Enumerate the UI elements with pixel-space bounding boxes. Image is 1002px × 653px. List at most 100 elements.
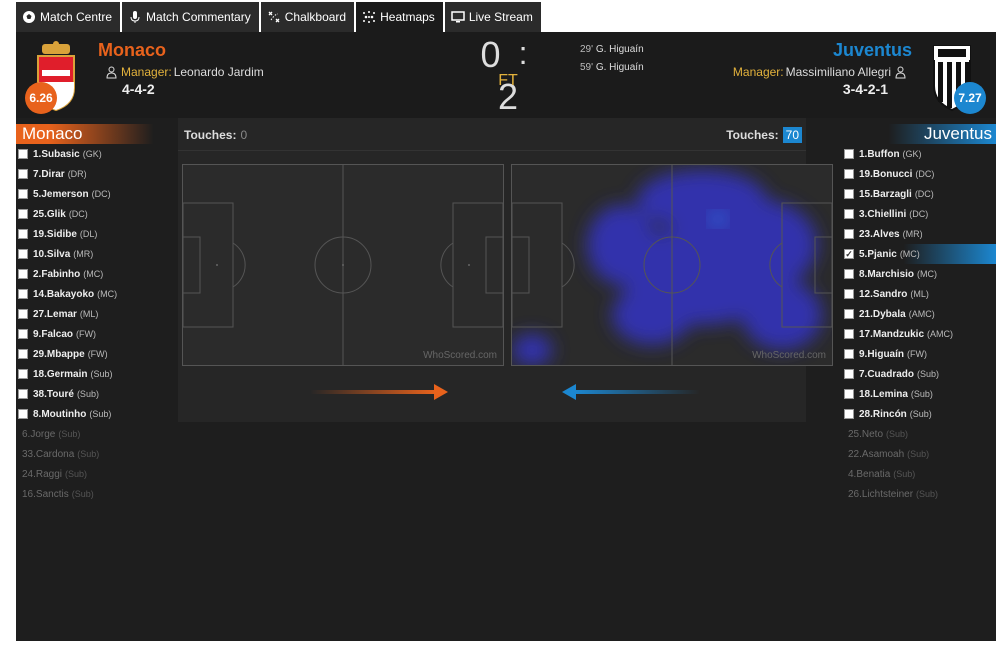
player-position: (MC) xyxy=(917,269,938,279)
player-row[interactable]: 2.Fabinho (MC) xyxy=(16,264,178,284)
tab-live-stream[interactable]: Live Stream xyxy=(444,2,541,32)
player-checkbox[interactable] xyxy=(18,329,28,339)
player-name: 14.Bakayoko xyxy=(33,288,95,300)
player-row[interactable]: 14.Bakayoko (MC) xyxy=(16,284,178,304)
away-team-rating: 7.27 xyxy=(954,82,986,114)
tab-label: Heatmaps xyxy=(380,10,435,24)
player-checkbox[interactable] xyxy=(18,409,28,419)
player-checkbox[interactable] xyxy=(844,349,854,359)
player-position: (DC) xyxy=(91,189,111,199)
player-name: 16.Sanctis xyxy=(22,488,69,500)
tab-label: Match Commentary xyxy=(146,10,251,24)
player-checkbox[interactable] xyxy=(18,169,28,179)
player-row[interactable]: 25.Glik (DC) xyxy=(16,204,178,224)
pitch-watermark: WhoScored.com xyxy=(752,350,826,361)
home-team-toggle[interactable]: Monaco xyxy=(16,124,178,144)
player-row[interactable]: 23.Alves (MR) xyxy=(842,224,996,244)
player-checkbox[interactable] xyxy=(844,329,854,339)
player-row[interactable]: 18.Germain (Sub) xyxy=(16,364,178,384)
player-checkbox[interactable] xyxy=(844,309,854,319)
goal-minute: 59' xyxy=(580,62,594,73)
away-team-toggle[interactable]: Juventus xyxy=(842,124,996,144)
player-row[interactable]: 10.Silva (MR) xyxy=(16,244,178,264)
player-row[interactable]: 5.Jemerson (DC) xyxy=(16,184,178,204)
tab-chalkboard[interactable]: Chalkboard xyxy=(260,2,355,32)
player-row[interactable]: 7.Cuadrado (Sub) xyxy=(842,364,996,384)
player-checkbox[interactable] xyxy=(18,369,28,379)
unused-sub-row: 16.Sanctis (Sub) xyxy=(16,484,178,504)
player-checkbox[interactable] xyxy=(844,209,854,219)
player-checkbox[interactable] xyxy=(18,149,28,159)
player-checkbox[interactable] xyxy=(844,369,854,379)
player-checkbox[interactable] xyxy=(18,309,28,319)
player-row[interactable]: 15.Barzagli (DC) xyxy=(842,184,996,204)
player-row[interactable]: 3.Chiellini (DC) xyxy=(842,204,996,224)
player-row[interactable]: 1.Buffon (GK) xyxy=(842,144,996,164)
monitor-icon xyxy=(451,11,465,23)
player-position: (FW) xyxy=(907,349,928,359)
away-player-list: Juventus 1.Buffon (GK) 19.Bonucci (DC) 15.Ba… xyxy=(842,124,996,504)
away-players: 1.Buffon (GK) 19.Bonucci (DC) 15.Barzagli (DC… xyxy=(842,144,996,424)
player-row[interactable]: 7.Dirar (DR) xyxy=(16,164,178,184)
tab-heatmaps[interactable]: Heatmaps xyxy=(356,2,443,32)
player-row[interactable]: 19.Bonucci (DC) xyxy=(842,164,996,184)
player-row[interactable]: 38.Touré (Sub) xyxy=(16,384,178,404)
player-row[interactable]: 29.Mbappe (FW) xyxy=(16,344,178,364)
player-row[interactable]: 21.Dybala (AMC) xyxy=(842,304,996,324)
player-row[interactable]: 28.Rincón (Sub) xyxy=(842,404,996,424)
player-checkbox[interactable] xyxy=(844,269,854,279)
player-row[interactable]: 9.Falcao (FW) xyxy=(16,324,178,344)
player-checkbox[interactable] xyxy=(18,189,28,199)
player-position: (DC) xyxy=(914,189,934,199)
player-checkbox[interactable] xyxy=(844,149,854,159)
unused-sub-row: 25.Neto (Sub) xyxy=(842,424,996,444)
heatmap-area: Touches: 0 Touches: 70 WhoScored.com Who… xyxy=(178,118,833,422)
player-checkbox[interactable] xyxy=(844,169,854,179)
player-position: (DC) xyxy=(915,169,935,179)
player-position: (Sub) xyxy=(886,429,909,439)
player-name: 15.Barzagli xyxy=(859,188,912,200)
player-checkbox[interactable] xyxy=(18,289,28,299)
player-checkbox[interactable] xyxy=(18,269,28,279)
player-row[interactable]: 1.Subasic (GK) xyxy=(16,144,178,164)
player-name: 33.Cardona xyxy=(22,448,75,460)
player-checkbox[interactable] xyxy=(844,409,854,419)
player-checkbox[interactable] xyxy=(844,289,854,299)
pitch-watermark: WhoScored.com xyxy=(423,350,497,361)
player-checkbox[interactable]: ✓ xyxy=(844,249,854,259)
player-row[interactable]: 8.Marchisio (MC) xyxy=(842,264,996,284)
player-row[interactable]: 12.Sandro (ML) xyxy=(842,284,996,304)
player-row[interactable]: 8.Moutinho (Sub) xyxy=(16,404,178,424)
home-touches-value: 0 xyxy=(240,128,248,142)
player-position: (Sub) xyxy=(90,369,113,379)
player-position: (Sub) xyxy=(77,449,100,459)
unused-sub-row: 22.Asamoah (Sub) xyxy=(842,444,996,464)
player-row[interactable]: 27.Lemar (ML) xyxy=(16,304,178,324)
chalkboard-icon xyxy=(268,11,280,23)
player-checkbox[interactable] xyxy=(18,389,28,399)
player-row[interactable]: 9.Higuaín (FW) xyxy=(842,344,996,364)
player-row[interactable]: 17.Mandzukic (AMC) xyxy=(842,324,996,344)
away-team-title: Juventus xyxy=(923,124,992,143)
player-row[interactable]: ✓ 5.Pjanic (MC) xyxy=(842,244,996,264)
player-position: (Sub) xyxy=(909,409,932,419)
player-checkbox[interactable] xyxy=(844,189,854,199)
unused-sub-row: 24.Raggi (Sub) xyxy=(16,464,178,484)
player-name: 19.Bonucci xyxy=(859,168,913,180)
player-position: (GK) xyxy=(82,149,102,159)
player-checkbox[interactable] xyxy=(18,349,28,359)
tab-match-commentary[interactable]: Match Commentary xyxy=(122,2,259,32)
player-checkbox[interactable] xyxy=(18,209,28,219)
unused-sub-row: 4.Benatia (Sub) xyxy=(842,464,996,484)
player-checkbox[interactable] xyxy=(18,229,28,239)
player-row[interactable]: 19.Sidibe (DL) xyxy=(16,224,178,244)
player-position: (ML) xyxy=(910,289,929,299)
tab-match-centre[interactable]: Match Centre xyxy=(16,2,121,32)
player-row[interactable]: 18.Lemina (Sub) xyxy=(842,384,996,404)
player-checkbox[interactable] xyxy=(18,249,28,259)
player-position: (AMC) xyxy=(908,309,935,319)
player-checkbox[interactable] xyxy=(844,389,854,399)
player-checkbox[interactable] xyxy=(844,229,854,239)
player-name: 22.Asamoah xyxy=(848,448,905,460)
player-name: 1.Buffon xyxy=(859,148,900,160)
